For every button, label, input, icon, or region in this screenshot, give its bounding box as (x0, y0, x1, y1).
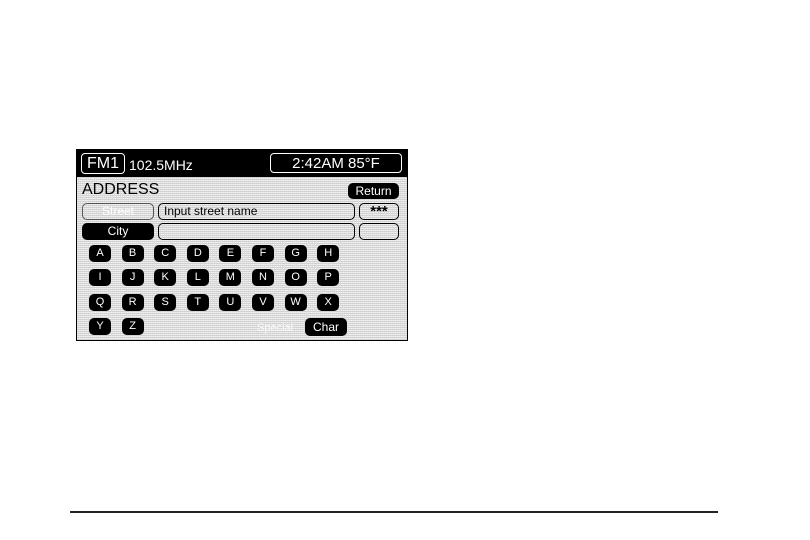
key-h[interactable]: H (317, 245, 340, 262)
street-button[interactable]: Street (82, 203, 154, 220)
key-y[interactable]: Y (89, 317, 111, 335)
return-button[interactable]: Return (348, 183, 399, 199)
key-v[interactable]: V (252, 293, 274, 311)
stars-button[interactable]: *** (359, 203, 399, 220)
page-title: ADDRESS (82, 181, 160, 198)
status-bar: FM1 102.5MHz 2:42AM 85°F (77, 150, 407, 177)
clock-temperature[interactable]: 2:42AM 85°F (270, 153, 402, 173)
key-e[interactable]: E (219, 245, 242, 262)
char-button[interactable]: Char (305, 318, 347, 336)
key-b[interactable]: B (121, 245, 144, 262)
key-o[interactable]: O (284, 269, 307, 287)
key-m[interactable]: M (219, 269, 242, 287)
street-input[interactable]: Input street name (158, 203, 355, 220)
key-r[interactable]: R (121, 293, 144, 311)
key-q[interactable]: Q (89, 293, 111, 311)
key-s[interactable]: S (154, 293, 177, 311)
key-g[interactable]: G (284, 245, 307, 262)
city-button[interactable]: City (82, 223, 154, 240)
key-z[interactable]: Z (121, 317, 144, 335)
key-i[interactable]: I (89, 269, 111, 287)
blank-button[interactable] (359, 223, 399, 240)
key-c[interactable]: C (154, 245, 177, 262)
key-l[interactable]: L (186, 269, 209, 287)
key-t[interactable]: T (186, 293, 209, 311)
special-button[interactable]: Special (257, 322, 293, 334)
band-button[interactable]: FM1 (81, 153, 125, 174)
key-u[interactable]: U (219, 293, 242, 311)
key-p[interactable]: P (317, 269, 340, 287)
key-w[interactable]: W (284, 293, 307, 311)
key-f[interactable]: F (252, 245, 274, 262)
key-x[interactable]: X (317, 293, 340, 311)
frequency-readout: 102.5MHz (129, 157, 193, 173)
city-input[interactable] (158, 223, 355, 240)
key-k[interactable]: K (154, 269, 177, 287)
key-n[interactable]: N (252, 269, 274, 287)
key-a[interactable]: A (89, 245, 111, 262)
key-d[interactable]: D (186, 245, 209, 262)
key-j[interactable]: J (121, 269, 144, 287)
navigation-screen: FM1 102.5MHz 2:42AM 85°F ADDRESS Return … (76, 149, 408, 341)
page-divider (70, 511, 718, 513)
